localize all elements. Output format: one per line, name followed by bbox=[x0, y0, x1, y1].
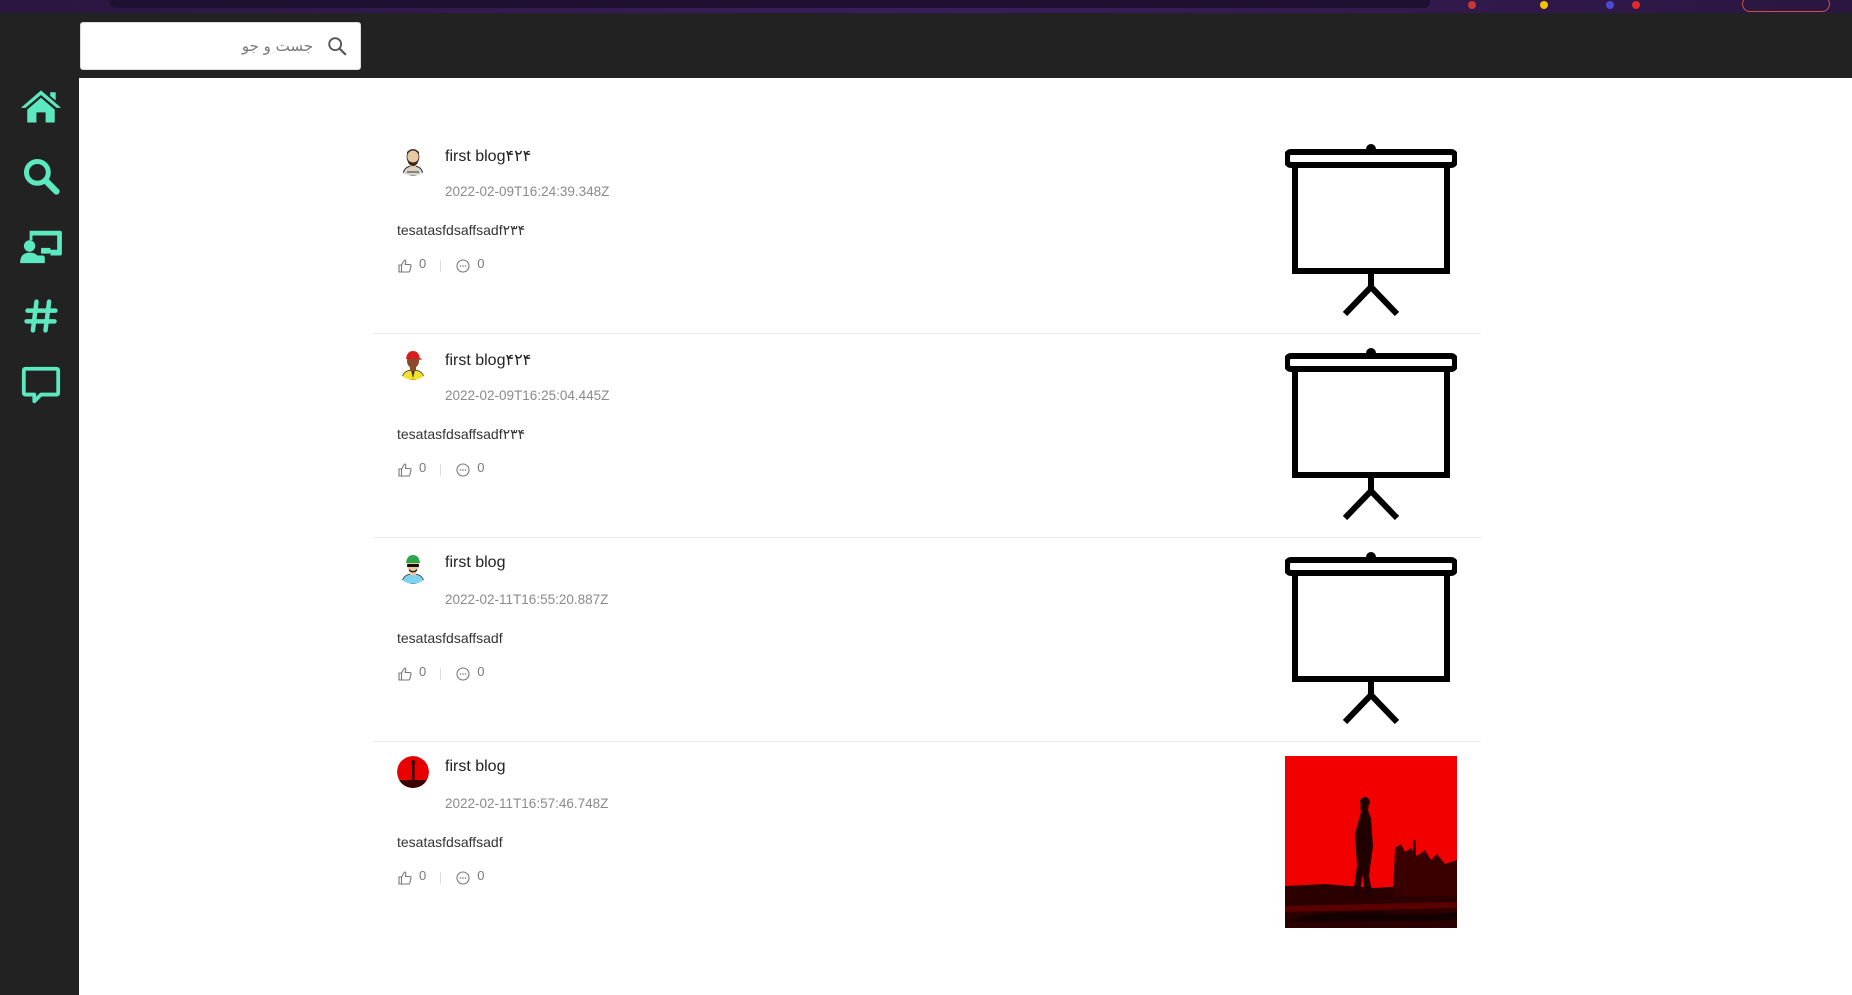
main-content: first blog۴۲۴ 2022-02-09T16:24:39.348Z t… bbox=[79, 78, 1852, 995]
comment-count: 0 bbox=[477, 459, 485, 475]
avatar[interactable] bbox=[397, 756, 429, 788]
comment-icon bbox=[456, 667, 470, 681]
post-body: tesatasfdsaffsadf۲۳۴ bbox=[397, 222, 526, 238]
top-bar bbox=[0, 13, 1852, 78]
sidebar bbox=[0, 78, 79, 995]
sidebar-item-home[interactable] bbox=[18, 83, 64, 129]
hashtag-icon bbox=[24, 299, 58, 333]
post-body: tesatasfdsaffsadf bbox=[397, 834, 503, 850]
post-title[interactable]: first blog bbox=[445, 758, 505, 776]
post-feed: first blog۴۲۴ 2022-02-09T16:24:39.348Z t… bbox=[373, 130, 1481, 946]
projector-screen-icon[interactable] bbox=[1284, 348, 1458, 521]
comment-button[interactable]: 0 bbox=[455, 867, 485, 886]
extension-icon bbox=[1606, 1, 1614, 9]
post-actions: 0 0 bbox=[397, 868, 484, 888]
like-button[interactable]: 0 bbox=[397, 663, 427, 682]
comment-count: 0 bbox=[477, 255, 485, 271]
search-input[interactable] bbox=[93, 23, 313, 69]
post-body: tesatasfdsaffsadf۲۳۴ bbox=[397, 426, 526, 442]
projector-screen-icon[interactable] bbox=[1284, 144, 1458, 317]
search-box bbox=[80, 22, 361, 70]
like-button[interactable]: 0 bbox=[397, 459, 427, 478]
post-image[interactable] bbox=[1285, 756, 1457, 928]
thumbs-up-icon bbox=[398, 463, 412, 477]
post-body: tesatasfdsaffsadf bbox=[397, 630, 503, 646]
comment-icon bbox=[456, 463, 470, 477]
thumbs-up-icon bbox=[398, 871, 412, 885]
post-date: 2022-02-11T16:55:20.887Z bbox=[445, 592, 609, 607]
projector-screen-icon[interactable] bbox=[1284, 552, 1458, 725]
post-date: 2022-02-09T16:25:04.445Z bbox=[445, 388, 610, 403]
like-count: 0 bbox=[419, 459, 427, 475]
comment-button[interactable]: 0 bbox=[455, 663, 485, 682]
thumbs-up-icon bbox=[398, 259, 412, 273]
browser-chrome-strip bbox=[0, 0, 1852, 13]
divider bbox=[440, 872, 442, 884]
comment-count: 0 bbox=[477, 663, 485, 679]
extension-icon bbox=[1468, 1, 1476, 9]
post-title[interactable]: first blog۴۲۴ bbox=[445, 146, 531, 166]
post-date: 2022-02-11T16:57:46.748Z bbox=[445, 796, 609, 811]
divider bbox=[440, 668, 442, 680]
post-actions: 0 0 bbox=[397, 460, 484, 480]
post-card: first blog۴۲۴ 2022-02-09T16:24:39.348Z t… bbox=[373, 130, 1481, 334]
extension-icon bbox=[1632, 1, 1640, 9]
sidebar-item-search[interactable] bbox=[18, 153, 64, 199]
avatar[interactable] bbox=[397, 348, 429, 380]
divider bbox=[440, 260, 442, 272]
post-card: first blog 2022-02-11T16:55:20.887Z tesa… bbox=[373, 538, 1481, 742]
search-icon[interactable] bbox=[326, 35, 348, 57]
address-bar bbox=[110, 0, 1430, 8]
like-count: 0 bbox=[419, 663, 427, 679]
comment-icon bbox=[456, 259, 470, 273]
comment-count: 0 bbox=[477, 867, 485, 883]
sidebar-item-presenter[interactable] bbox=[18, 223, 64, 269]
post-card: first blog۴۲۴ 2022-02-09T16:25:04.445Z t… bbox=[373, 334, 1481, 538]
post-title[interactable]: first blog۴۲۴ bbox=[445, 350, 531, 370]
comment-button[interactable]: 0 bbox=[455, 255, 485, 274]
avatar[interactable] bbox=[397, 144, 429, 176]
sidebar-item-messages[interactable] bbox=[18, 362, 64, 408]
post-card: first blog 2022-02-11T16:57:46.748Z tesa… bbox=[373, 742, 1481, 946]
like-count: 0 bbox=[419, 867, 427, 883]
post-date: 2022-02-09T16:24:39.348Z bbox=[445, 184, 610, 199]
like-count: 0 bbox=[419, 255, 427, 271]
post-actions: 0 0 bbox=[397, 664, 484, 684]
chat-icon bbox=[21, 366, 61, 404]
search-icon bbox=[23, 158, 60, 195]
comment-button[interactable]: 0 bbox=[455, 459, 485, 478]
post-title[interactable]: first blog bbox=[445, 554, 505, 572]
like-button[interactable]: 0 bbox=[397, 255, 427, 274]
divider bbox=[440, 464, 442, 476]
thumbs-up-icon bbox=[398, 667, 412, 681]
post-actions: 0 0 bbox=[397, 256, 484, 276]
presenter-icon bbox=[20, 230, 62, 264]
profile-pill bbox=[1742, 0, 1830, 12]
home-icon bbox=[20, 90, 62, 123]
avatar[interactable] bbox=[397, 552, 429, 584]
comment-icon bbox=[456, 871, 470, 885]
extension-icon bbox=[1540, 1, 1548, 9]
sidebar-item-hashtag[interactable] bbox=[18, 293, 64, 339]
like-button[interactable]: 0 bbox=[397, 867, 427, 886]
